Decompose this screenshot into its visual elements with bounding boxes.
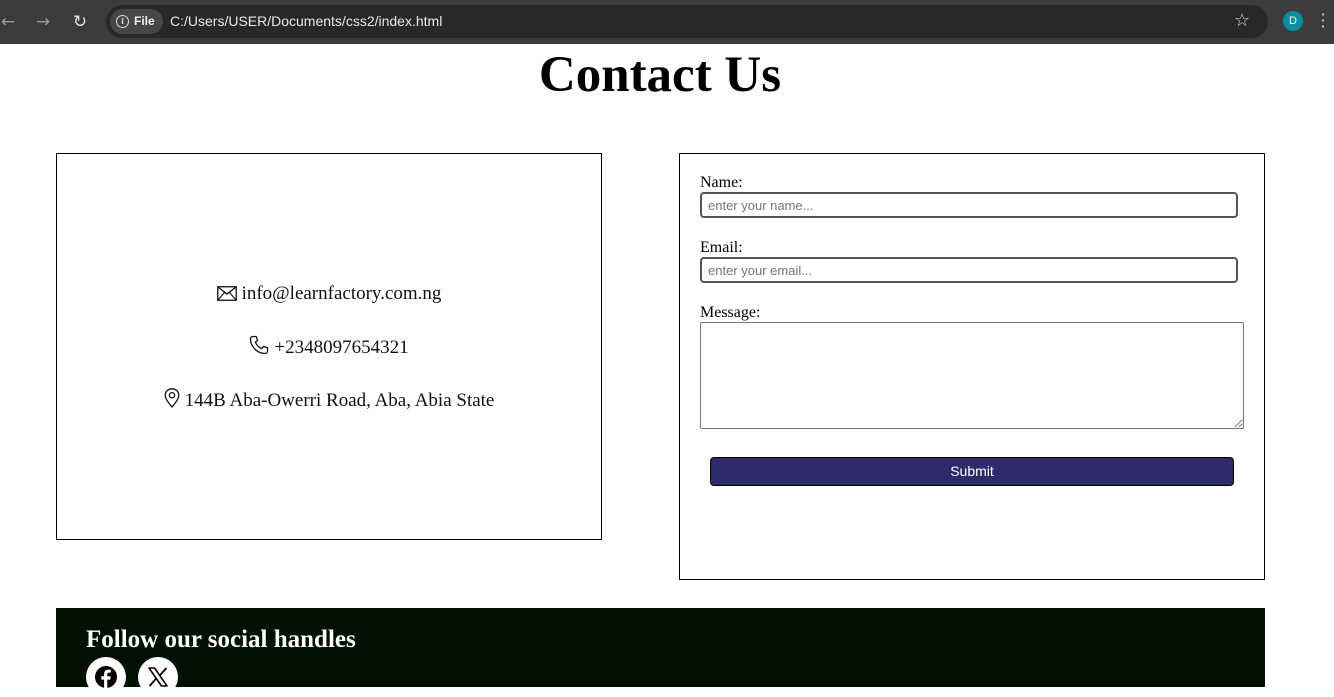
contact-info-box: info@learnfactory.com.ng +2348097654321 … [56,153,602,540]
name-label: Name: [700,174,743,191]
location-pin-icon [164,388,180,408]
contact-address-text: 144B Aba-Owerri Road, Aba, Abia State [184,390,495,411]
browser-toolbar: ← → ↻ i File C:/Users/USER/Documents/css… [0,0,1334,44]
browser-menu-icon[interactable]: · · · [1318,7,1328,35]
bookmark-star-icon[interactable]: ☆ [1234,10,1250,31]
back-button[interactable]: ← [0,10,20,34]
email-label: Email: [700,239,743,256]
info-icon: i [116,15,129,28]
phone-icon [250,335,269,355]
contact-form: Name: Email: Message: Submit [679,153,1265,580]
message-label: Message: [700,304,761,321]
email-input[interactable] [700,257,1238,283]
facebook-link[interactable] [86,657,126,697]
name-input[interactable] [700,192,1238,218]
message-textarea[interactable] [700,322,1244,429]
x-icon [148,667,168,687]
submit-button[interactable]: Submit [710,457,1234,486]
site-info-chip[interactable]: i File [110,9,163,34]
contact-email-text: info@learnfactory.com.ng [241,283,442,304]
x-link[interactable] [138,657,178,697]
contact-email: info@learnfactory.com.ng [57,282,601,306]
footer-heading: Follow our social handles [86,626,356,653]
profile-avatar[interactable]: D [1283,11,1303,31]
url-text[interactable]: C:/Users/USER/Documents/css2/index.html [170,13,442,29]
envelope-icon [216,286,237,301]
forward-button[interactable]: → [31,10,55,34]
address-bar[interactable]: i File C:/Users/USER/Documents/css2/inde… [106,5,1268,38]
contact-phone-text: +2348097654321 [274,337,409,358]
file-chip-label: File [134,14,155,28]
contact-phone: +2348097654321 [57,335,601,360]
reload-button[interactable]: ↻ [68,10,92,34]
page-title: Contact Us [538,47,782,103]
facebook-icon [95,666,117,689]
contact-address: 144B Aba-Owerri Road, Aba, Abia State [57,388,601,413]
social-footer: Follow our social handles [56,608,1265,697]
